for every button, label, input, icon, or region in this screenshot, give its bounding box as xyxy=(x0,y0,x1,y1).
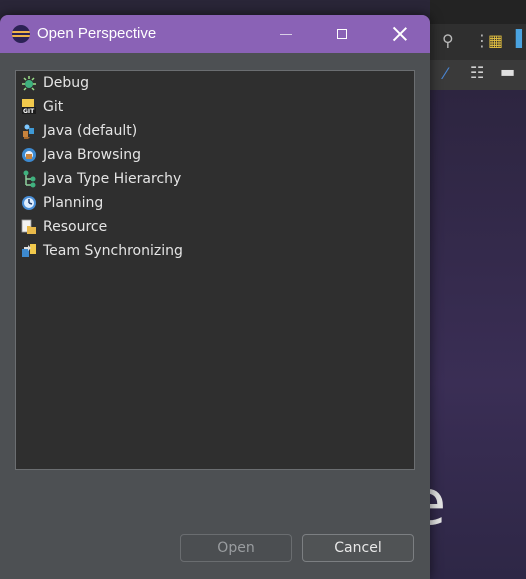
perspective-icon[interactable]: ▌ xyxy=(516,31,526,47)
debug-icon xyxy=(20,74,38,92)
search-icon[interactable]: ⚲ xyxy=(442,33,454,49)
minimize-button[interactable] xyxy=(258,15,314,53)
list-item-label: Planning xyxy=(43,195,104,211)
list-item-label: Git xyxy=(43,99,64,115)
list-item-java-type-hierarchy[interactable]: Java Type Hierarchy xyxy=(20,168,181,190)
outline-icon[interactable]: ☷ xyxy=(470,65,484,81)
planning-icon xyxy=(20,194,38,212)
list-item-team-synchronizing[interactable]: Team Synchronizing xyxy=(20,240,183,262)
java-icon xyxy=(20,122,38,140)
perspective-list[interactable]: Debug GIT Git Java (default) Java Browsi… xyxy=(15,70,415,470)
background-view-bar: ⁄ ☷ ▬ xyxy=(430,60,526,90)
resource-icon xyxy=(20,218,38,236)
team-sync-icon xyxy=(20,242,38,260)
list-item-label: Java Browsing xyxy=(43,147,142,163)
list-item-git[interactable]: GIT Git xyxy=(20,96,63,118)
git-icon: GIT xyxy=(20,98,38,116)
close-button[interactable] xyxy=(372,15,428,53)
list-item-label: Java (default) xyxy=(43,123,138,139)
java-browsing-icon xyxy=(20,146,38,164)
list-item-label: Debug xyxy=(43,75,90,91)
type-hierarchy-icon xyxy=(20,170,38,188)
open-perspective-icon[interactable]: ▦ xyxy=(488,33,503,49)
maximize-icon xyxy=(337,29,347,39)
svg-text:GIT: GIT xyxy=(23,108,35,115)
open-button[interactable]: Open xyxy=(180,534,292,562)
dialog-title: Open Perspective xyxy=(37,25,157,42)
view-icon[interactable]: ⁄ xyxy=(444,66,447,82)
background-toolbar: ⚲ ⋮ ▦ ▌ xyxy=(430,24,526,60)
list-item-debug[interactable]: Debug xyxy=(20,72,89,94)
list-item-planning[interactable]: Planning xyxy=(20,192,103,214)
eclipse-icon xyxy=(12,25,30,43)
maximize-button[interactable] xyxy=(314,15,370,53)
cancel-button[interactable]: Cancel xyxy=(302,534,414,562)
list-item-resource[interactable]: Resource xyxy=(20,216,107,238)
open-perspective-dialog: Open Perspective Debug GIT Git Java (def… xyxy=(0,15,430,579)
list-item-label: Team Synchronizing xyxy=(43,243,183,259)
dialog-title-bar[interactable]: Open Perspective xyxy=(0,15,430,53)
close-icon xyxy=(393,27,407,41)
minimize-icon xyxy=(280,33,292,35)
list-item-java-browsing[interactable]: Java Browsing xyxy=(20,144,141,166)
list-item-java-default[interactable]: Java (default) xyxy=(20,120,137,142)
background-title-bar xyxy=(430,0,526,24)
list-item-label: Resource xyxy=(43,219,108,235)
minimize-view-icon[interactable]: ▬ xyxy=(500,64,515,80)
list-item-label: Java Type Hierarchy xyxy=(43,171,182,187)
